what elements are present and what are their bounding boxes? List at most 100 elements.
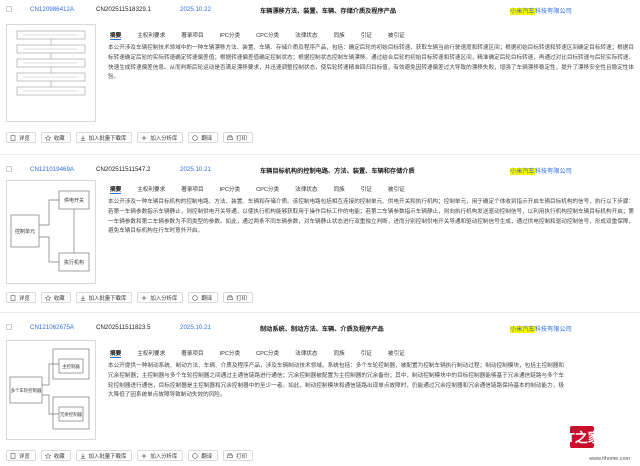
ithome-logo: IT之家 (564, 426, 602, 448)
select-checkbox[interactable] (6, 324, 12, 330)
favorite-button[interactable]: 收藏 (40, 292, 71, 303)
tab-family[interactable]: 同族 (333, 346, 344, 360)
tab-abstract[interactable]: 摘要 (110, 346, 122, 358)
add-analysis-button[interactable]: 加入分析库 (137, 132, 184, 143)
batch-download-button[interactable]: 加入批量下载库 (75, 292, 133, 303)
patent-drawing-thumbnail[interactable] (6, 24, 96, 122)
detail-button[interactable]: 详览 (6, 292, 36, 303)
tab-citations[interactable]: 引证 (361, 182, 372, 196)
publication-number: CN202511511823.5 (96, 324, 151, 331)
publication-date: 2025.10.21 (180, 166, 211, 173)
download-icon (80, 453, 86, 459)
tab-family[interactable]: 同族 (333, 28, 344, 42)
tab-ipc[interactable]: IPC分类 (220, 182, 241, 196)
tab-legal-status[interactable]: 法律状态 (295, 346, 317, 360)
application-number[interactable]: CN120986412A (30, 6, 74, 13)
publication-number: CN202511511547.2 (96, 166, 151, 173)
print-button[interactable]: 打印 (223, 292, 253, 303)
plus-icon (141, 453, 147, 459)
add-analysis-button[interactable]: 加入分析库 (137, 450, 184, 461)
tab-cited-by[interactable]: 被引证 (388, 346, 405, 360)
abstract-text: 本公开涉及车辆控制技术领域中的一种车辆漂移方法、装置、车辆、存储介质及程序产品，… (108, 45, 634, 81)
translate-button[interactable]: 翻译 (188, 450, 219, 461)
record-header: CN121019469A CN202511511547.2 2025.10.21… (0, 164, 640, 178)
tab-main-claim[interactable]: 主权利要求 (137, 182, 165, 196)
translate-icon (192, 294, 199, 301)
record-actions: 详览 收藏 加入批量下载库 加入分析库 翻译 打印 (6, 132, 258, 144)
tab-ipc[interactable]: IPC分类 (220, 346, 241, 360)
tab-cpc[interactable]: CPC分类 (256, 182, 279, 196)
tab-citations[interactable]: 引证 (361, 28, 372, 42)
thumb-box-actuator: 执行机构 (64, 259, 84, 266)
tab-cpc[interactable]: CPC分类 (256, 346, 279, 360)
tab-bibliographic[interactable]: 著录项目 (181, 346, 203, 360)
application-number[interactable]: CN121019469A (30, 166, 74, 173)
patent-title[interactable]: 制动系统、制动方法、车辆、介质及程序产品 (260, 324, 384, 333)
abstract-text: 本公开涉及一种车辆目标机构的控制电路、方法、装置、车辆和存储介质。该控制电路包括… (108, 199, 634, 235)
record-actions: 详览 收藏 加入批量下载库 加入分析库 翻译 打印 (6, 292, 258, 304)
ithome-watermark: IT之家 www.ithome.com (564, 424, 634, 462)
patent-title[interactable]: 车辆漂移方法、装置、车辆、存储介质及程序产品 (260, 6, 396, 15)
record-divider (0, 154, 640, 155)
patent-title[interactable]: 车辆目标机构的控制电路、方法、装置、车辆和存储介质 (260, 166, 415, 175)
applicant[interactable]: 小米汽车科技有限公司 (510, 166, 572, 175)
tab-family[interactable]: 同族 (333, 182, 344, 196)
thumb-box-main-controller: 主控制器 (62, 363, 80, 370)
document-icon (10, 134, 16, 141)
batch-download-button[interactable]: 加入批量下载库 (75, 132, 133, 143)
tab-ipc[interactable]: IPC分类 (220, 28, 241, 42)
add-analysis-button[interactable]: 加入分析库 (137, 292, 184, 303)
flowchart-drawing (16, 30, 86, 96)
star-icon (44, 134, 52, 141)
translate-button[interactable]: 翻译 (188, 292, 219, 303)
printer-icon (227, 294, 233, 301)
thumb-box-redundant-controller: 冗余控制器 (60, 411, 83, 418)
tab-citations[interactable]: 引证 (361, 346, 372, 360)
tab-abstract[interactable]: 摘要 (110, 182, 122, 194)
record-header: CN121062675A CN202511511823.5 2025.10.21… (0, 322, 640, 336)
publication-date: 2025.10.22 (180, 6, 211, 13)
translate-button[interactable]: 翻译 (188, 132, 219, 143)
favorite-button[interactable]: 收藏 (40, 450, 71, 461)
tab-main-claim[interactable]: 主权利要求 (137, 28, 165, 42)
thumb-box-wheel-controllers: 多个车轮控制器 (11, 387, 42, 394)
plus-icon (141, 135, 147, 141)
record-actions: 详览 收藏 加入批量下载库 加入分析库 翻译 打印 (6, 450, 258, 462)
ithome-url: www.ithome.com (589, 456, 630, 462)
tab-cpc[interactable]: CPC分类 (256, 28, 279, 42)
applicant[interactable]: 小米汽车科技有限公司 (510, 6, 572, 15)
circuit-drawing: 控制单元 供电开关 执行机构 (10, 190, 90, 272)
applicant[interactable]: 小米汽车科技有限公司 (510, 324, 572, 333)
detail-button[interactable]: 详览 (6, 132, 36, 143)
download-icon (80, 295, 86, 301)
document-icon (10, 452, 16, 459)
tab-cited-by[interactable]: 被引证 (388, 28, 405, 42)
detail-button[interactable]: 详览 (6, 450, 36, 461)
patent-drawing-thumbnail[interactable]: 控制单元 供电开关 执行机构 (6, 180, 96, 284)
tab-legal-status[interactable]: 法律状态 (295, 28, 317, 42)
tab-legal-status[interactable]: 法律状态 (295, 182, 317, 196)
translate-icon (192, 134, 199, 141)
translate-icon (192, 452, 199, 459)
tab-cited-by[interactable]: 被引证 (388, 182, 405, 196)
print-button[interactable]: 打印 (223, 132, 253, 143)
tab-bibliographic[interactable]: 著录项目 (181, 182, 203, 196)
patent-drawing-thumbnail[interactable]: 多个车轮控制器 主控制器 冗余控制器 (6, 340, 96, 440)
tab-bibliographic[interactable]: 著录项目 (181, 28, 203, 42)
printer-icon (227, 134, 233, 141)
record-tabs: 摘要 主权利要求 著录项目 IPC分类 CPC分类 法律状态 同族 引证 被引证 (110, 346, 421, 360)
select-checkbox[interactable] (6, 166, 12, 172)
document-icon (10, 294, 16, 301)
tab-abstract[interactable]: 摘要 (110, 28, 122, 40)
favorite-button[interactable]: 收藏 (40, 132, 71, 143)
select-checkbox[interactable] (6, 6, 12, 12)
print-button[interactable]: 打印 (223, 450, 253, 461)
batch-download-button[interactable]: 加入批量下载库 (75, 450, 133, 461)
record-tabs: 摘要 主权利要求 著录项目 IPC分类 CPC分类 法律状态 同族 引证 被引证 (110, 28, 421, 42)
record-header: CN120986412A CN202511518329.1 2025.10.22… (0, 4, 640, 18)
star-icon (44, 452, 52, 459)
application-number[interactable]: CN121062675A (30, 324, 74, 331)
download-icon (80, 135, 86, 141)
tab-main-claim[interactable]: 主权利要求 (137, 346, 165, 360)
plus-icon (141, 295, 147, 301)
